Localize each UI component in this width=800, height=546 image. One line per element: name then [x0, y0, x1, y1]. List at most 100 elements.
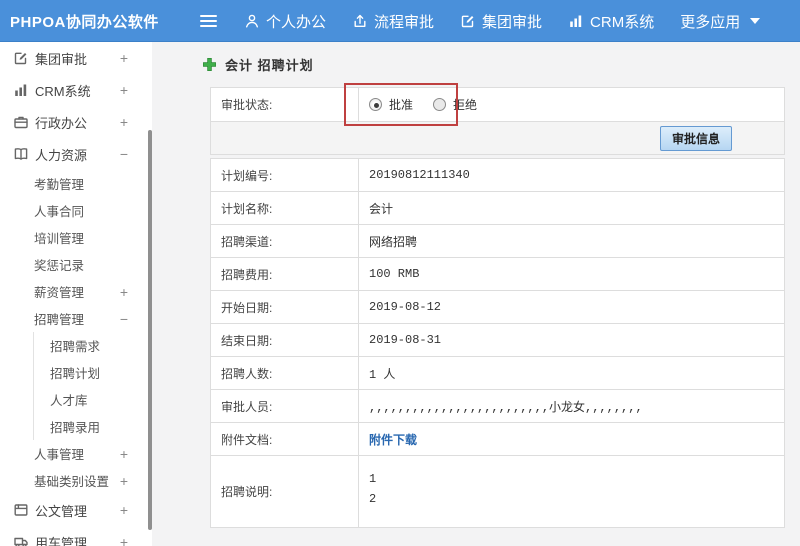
sidebar-item-11[interactable]: 招聘计划: [33, 359, 152, 386]
sidebar-item-6[interactable]: 培训管理: [0, 224, 152, 251]
topbar: PHPOA协同办公软件 个人办公 流程审批 集团审批 CRM系统 更多应用: [0, 0, 800, 42]
approval-info-button[interactable]: 审批信息: [659, 125, 732, 151]
detail-row-value: 1 人: [369, 367, 396, 382]
radio-selected-icon[interactable]: [369, 98, 382, 111]
radio-option-1[interactable]: 拒绝: [433, 96, 477, 113]
document-icon: [12, 502, 29, 519]
sidebar-item-label: 人事合同: [34, 205, 85, 219]
sidebar-item-8[interactable]: 薪资管理 +: [0, 278, 152, 305]
sidebar-item-label: 公文管理: [35, 503, 88, 519]
sidebar-item-14[interactable]: 人事管理 +: [0, 440, 152, 467]
chart-icon: [568, 13, 584, 29]
sidebar-item-5[interactable]: 人事合同: [0, 197, 152, 224]
radio-unselected-icon[interactable]: [433, 98, 447, 111]
sidebar-item-label: 集团审批: [35, 51, 88, 67]
approval-button-row: 审批信息: [210, 121, 785, 155]
edit-icon: [460, 13, 476, 29]
detail-row-2: 招聘渠道: 网络招聘: [210, 224, 785, 258]
sidebar-item-label: 基础类别设置: [34, 475, 110, 489]
detail-row-value: 2019-08-12: [369, 300, 442, 314]
sidebar-item-10[interactable]: 招聘需求: [33, 332, 152, 359]
detail-row-0: 计划编号: 20190812111340: [210, 158, 785, 192]
expand-icon[interactable]: +: [120, 115, 128, 129]
detail-row-label: 招聘费用:: [210, 257, 359, 291]
topnav-item-label: 更多应用: [680, 13, 741, 31]
top-navigation: 个人办公 流程审批 集团审批 CRM系统 更多应用: [244, 0, 761, 42]
approval-status-value: 批准 拒绝: [358, 87, 785, 122]
collapse-icon[interactable]: −: [120, 147, 128, 161]
sidebar-item-label: 人才库: [50, 394, 88, 408]
expand-icon[interactable]: +: [120, 535, 128, 546]
sidebar-item-label: 人力资源: [35, 147, 88, 163]
bar-chart-icon: [12, 82, 29, 99]
sidebar-item-label: 招聘需求: [50, 340, 101, 354]
expand-icon[interactable]: +: [120, 83, 128, 97]
approval-status-label: 审批状态:: [210, 87, 359, 122]
sidebar-item-2[interactable]: 行政办公 +: [0, 106, 152, 138]
sidebar-item-17[interactable]: 用车管理 +: [0, 526, 152, 546]
expand-icon[interactable]: +: [120, 285, 128, 299]
expand-icon[interactable]: +: [120, 503, 128, 517]
form-panel: 审批状态: 批准 拒绝 审批信息 计划编号: 20190812111340 计划名称:…: [210, 87, 785, 531]
sidebar-item-label: CRM系统: [35, 83, 91, 99]
page-title: 会计 招聘计划: [202, 55, 314, 74]
topnav-item-label: 集团审批: [482, 13, 543, 31]
attachment-download-link[interactable]: 附件下载: [369, 434, 417, 448]
approval-table: 审批状态: 批准 拒绝 审批信息: [210, 87, 785, 155]
expand-icon[interactable]: +: [120, 51, 128, 65]
sidebar-item-16[interactable]: 公文管理 +: [0, 494, 152, 526]
radio-option-0[interactable]: 批准: [369, 96, 413, 113]
radio-option-label: 批准: [389, 99, 414, 113]
add-icon[interactable]: [202, 57, 217, 72]
detail-row-8: 附件文档: 附件下载: [210, 422, 785, 456]
sidebar-item-4[interactable]: 考勤管理: [0, 170, 152, 197]
book-icon: [12, 146, 29, 163]
sidebar-item-1[interactable]: CRM系统 +: [0, 74, 152, 106]
sidebar-item-7[interactable]: 奖惩记录: [0, 251, 152, 278]
expand-icon[interactable]: +: [120, 474, 128, 488]
sidebar-item-15[interactable]: 基础类别设置 +: [0, 467, 152, 494]
detail-row-4: 开始日期: 2019-08-12: [210, 290, 785, 324]
detail-row-value: 100 RMB: [369, 267, 420, 281]
topnav-item-1[interactable]: 流程审批: [352, 11, 434, 32]
sidebar-item-label: 用车管理: [35, 535, 88, 546]
topnav-item-0[interactable]: 个人办公: [244, 11, 326, 32]
page-title-text: 会计 招聘计划: [225, 58, 314, 73]
menu-toggle-icon[interactable]: [200, 12, 218, 30]
approval-radio-group: 批准 拒绝: [369, 96, 784, 113]
sidebar-item-3[interactable]: 人力资源 −: [0, 138, 152, 170]
vehicle-icon: [12, 534, 29, 546]
sidebar-item-9[interactable]: 招聘管理 −: [0, 305, 152, 332]
topnav-item-3[interactable]: CRM系统: [568, 11, 654, 32]
sidebar-item-12[interactable]: 人才库: [33, 386, 152, 413]
detail-row-value: ,,,,,,,,,,,,,,,,,,,,,,,,,小龙女,,,,,,,,: [369, 400, 643, 415]
sidebar-item-13[interactable]: 招聘录用: [33, 413, 152, 440]
expand-icon[interactable]: +: [120, 447, 128, 461]
main-content: 会计 招聘计划 审批状态: 批准 拒绝 审批信息 计划编号: 20190812111…: [152, 42, 800, 546]
detail-row-label: 开始日期:: [210, 290, 359, 324]
detail-row-label: 招聘人数:: [210, 356, 359, 390]
sidebar-item-0[interactable]: 集团审批 +: [0, 42, 152, 74]
detail-row-7: 审批人员: ,,,,,,,,,,,,,,,,,,,,,,,,,小龙女,,,,,,,…: [210, 389, 785, 423]
sidebar-item-label: 考勤管理: [34, 178, 85, 192]
sidebar-item-label: 招聘计划: [50, 367, 101, 381]
sidebar-item-label: 奖惩记录: [34, 259, 85, 273]
sidebar-item-label: 招聘录用: [50, 421, 101, 435]
detail-row-label: 计划编号:: [210, 158, 359, 192]
detail-row-1: 计划名称: 会计: [210, 191, 785, 225]
detail-row-label: 结束日期:: [210, 323, 359, 357]
approval-status-row: 审批状态: 批准 拒绝: [210, 87, 785, 122]
detail-row-value: 12: [369, 472, 377, 506]
sidebar-menu: 集团审批 + CRM系统 + 行政办公 + 人力资源 − 考勤管理 人事合同 培训管理 奖惩记录 薪资管…: [0, 42, 152, 546]
plan-detail-table: 计划编号: 20190812111340 计划名称: 会计 招聘渠道: 网络招聘 招聘费用:…: [210, 158, 785, 528]
detail-row-9: 招聘说明: 1 2: [210, 455, 785, 528]
detail-row-5: 结束日期: 2019-08-31: [210, 323, 785, 357]
detail-row-3: 招聘费用: 100 RMB: [210, 257, 785, 291]
detail-row-6: 招聘人数: 1 人: [210, 356, 785, 390]
topnav-item-2[interactable]: 集团审批: [460, 11, 542, 32]
topnav-item-4[interactable]: 更多应用: [680, 11, 761, 32]
collapse-icon[interactable]: −: [120, 312, 128, 326]
sidebar: 集团审批 + CRM系统 + 行政办公 + 人力资源 − 考勤管理 人事合同 培训管理 奖惩记录 薪资管…: [0, 42, 152, 546]
sidebar-item-label: 薪资管理: [34, 286, 85, 300]
sidebar-item-label: 培训管理: [34, 232, 85, 246]
